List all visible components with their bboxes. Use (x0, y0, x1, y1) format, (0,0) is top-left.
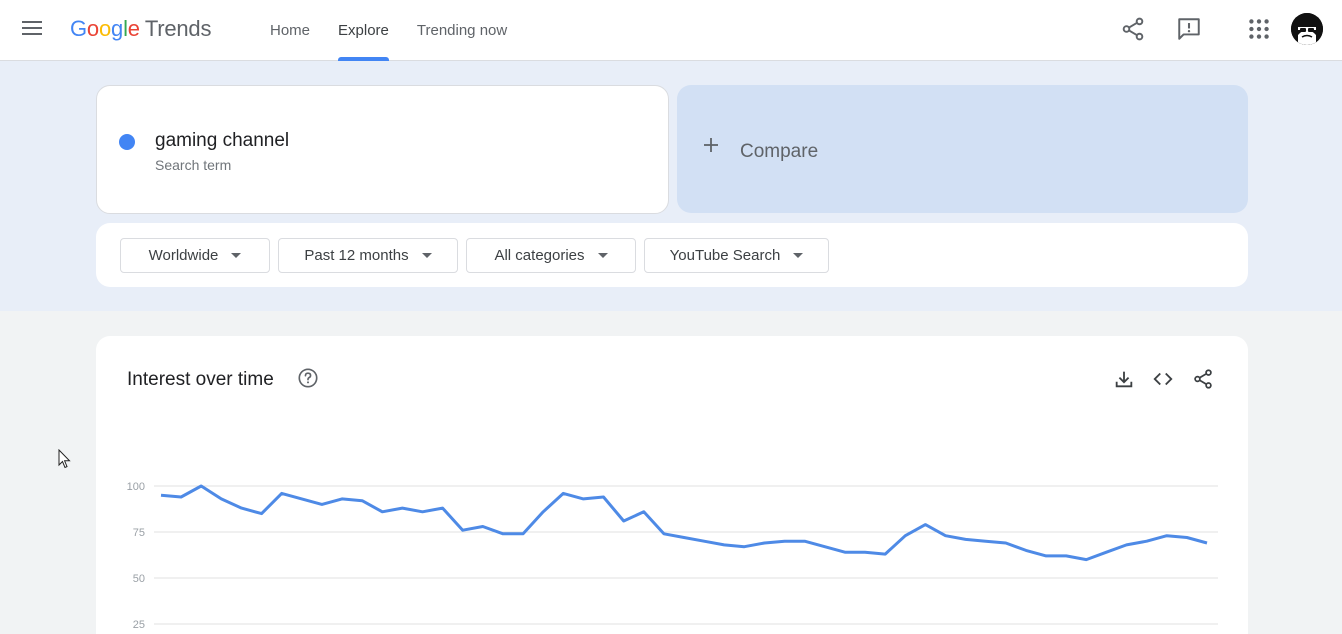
avatar[interactable] (1291, 13, 1323, 45)
search-property-value: YouTube Search (669, 247, 781, 264)
google-trends-logo[interactable]: Google Trends (70, 16, 211, 42)
compare-button[interactable]: Compare (677, 85, 1248, 213)
y-tick-label: 25 (133, 619, 145, 631)
top-app-bar: Google Trends Home Explore Trending now (0, 0, 1342, 61)
mouse-cursor-icon (58, 449, 71, 469)
chevron-down-icon (231, 253, 242, 258)
series-line[interactable] (160, 484, 1208, 562)
menu-icon[interactable] (20, 18, 44, 42)
interest-line-chart: 100 75 50 25 (127, 481, 1218, 631)
search-property-dropdown[interactable]: YouTube Search (644, 238, 829, 273)
term-color-dot (119, 134, 135, 150)
category-value: All categories (494, 247, 585, 264)
main-nav: Home Explore Trending now (256, 0, 521, 61)
nav-trending-now[interactable]: Trending now (403, 0, 521, 60)
region-dropdown[interactable]: Worldwide (120, 238, 270, 273)
y-tick-label: 50 (133, 573, 145, 585)
feedback-icon[interactable] (1176, 16, 1202, 42)
search-term-name[interactable]: gaming channel (155, 130, 289, 152)
chevron-down-icon (597, 253, 608, 258)
chevron-down-icon (421, 253, 432, 258)
region-value: Worldwide (148, 247, 219, 264)
category-dropdown[interactable]: All categories (466, 238, 636, 273)
y-tick-label: 75 (133, 527, 145, 539)
filters-bar: Worldwide Past 12 months All categories … (96, 223, 1248, 287)
apps-icon[interactable] (1246, 16, 1272, 42)
chevron-down-icon (793, 253, 804, 258)
nav-explore[interactable]: Explore (324, 0, 403, 61)
search-term-type: Search term (155, 157, 232, 173)
time-range-value: Past 12 months (304, 247, 409, 264)
compare-label: Compare (740, 141, 819, 162)
plus-icon (704, 138, 718, 152)
search-term-card[interactable]: gaming channel Search term (96, 85, 669, 214)
avatar-incognito-icon (1291, 13, 1323, 45)
interest-over-time-card: Interest over time 100 75 50 25 (96, 336, 1248, 634)
share-icon[interactable] (1120, 16, 1146, 42)
y-tick-label: 100 (127, 481, 145, 493)
time-range-dropdown[interactable]: Past 12 months (278, 238, 458, 273)
nav-home[interactable]: Home (256, 0, 324, 60)
